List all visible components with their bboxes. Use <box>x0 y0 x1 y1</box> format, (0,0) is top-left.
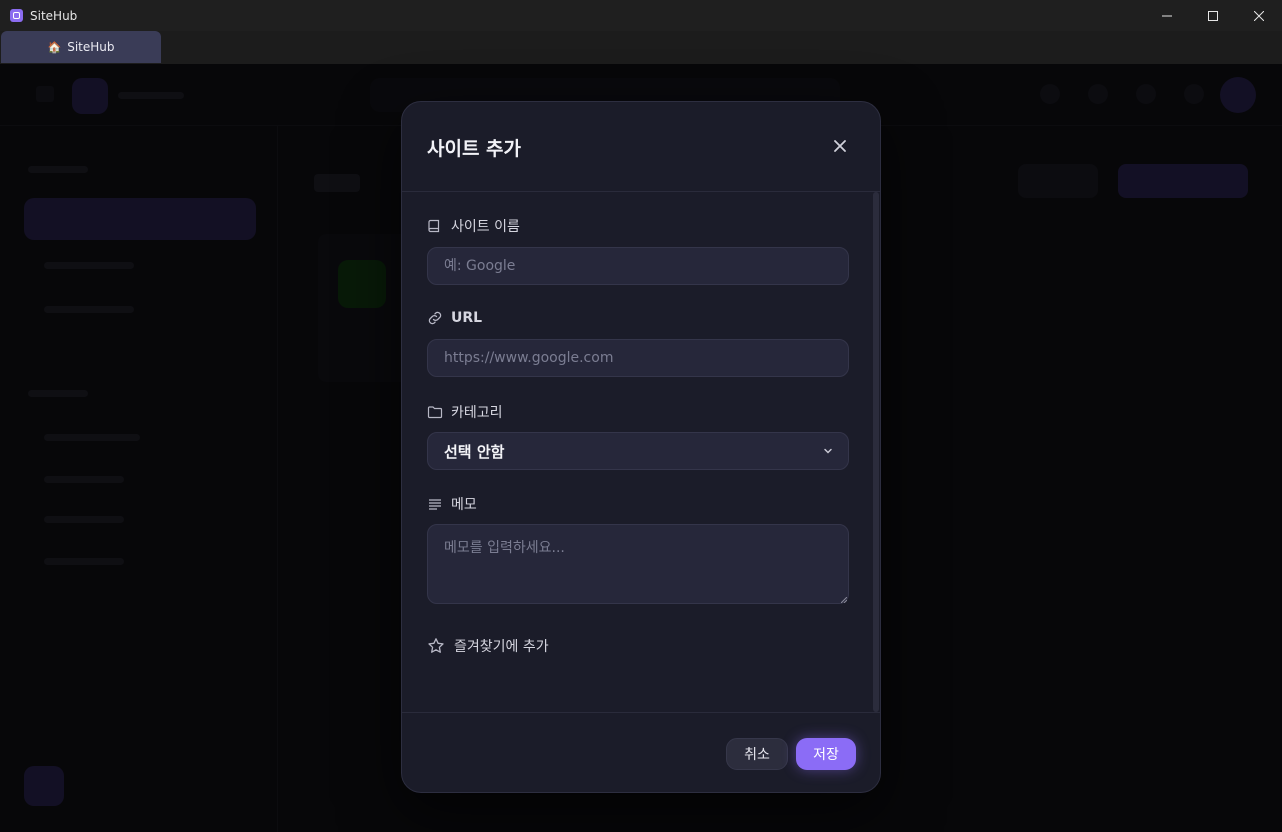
minimize-button[interactable] <box>1144 0 1190 31</box>
dialog-header: 사이트 추가 <box>402 102 880 192</box>
close-icon <box>834 140 846 152</box>
star-icon <box>428 638 444 653</box>
chevron-down-icon <box>824 448 832 454</box>
url-label-text: URL <box>451 310 483 326</box>
tab-label: SiteHub <box>67 40 115 54</box>
url-label: URL <box>427 310 482 326</box>
category-selected-value: 선택 안함 <box>444 442 505 461</box>
dialog-title: 사이트 추가 <box>427 138 522 160</box>
house-icon: 🏠 <box>47 40 62 54</box>
cancel-button[interactable]: 취소 <box>726 738 788 770</box>
favorite-toggle[interactable]: 즐겨찾기에 추가 <box>427 636 549 656</box>
window-close-button[interactable] <box>1236 0 1282 31</box>
maximize-button[interactable] <box>1190 0 1236 31</box>
category-select[interactable]: 선택 안함 <box>427 432 849 470</box>
link-icon <box>428 311 442 325</box>
window-controls <box>1144 0 1282 31</box>
close-button[interactable] <box>830 136 850 156</box>
site-name-label: 사이트 이름 <box>427 216 520 236</box>
site-name-input[interactable] <box>427 247 849 285</box>
site-name-label-text: 사이트 이름 <box>451 219 520 235</box>
url-input[interactable] <box>427 339 849 377</box>
add-site-dialog: 사이트 추가 사이트 이름 URL 카테고리 선택 안함 메모 즐겨찾기에 추가 <box>401 101 881 793</box>
minimize-icon <box>1162 15 1172 16</box>
tab-sitehub[interactable]: 🏠 SiteHub <box>1 31 161 63</box>
dialog-footer: 취소 저장 <box>402 712 880 792</box>
window-title: SiteHub <box>30 8 78 23</box>
window-titlebar: SiteHub <box>0 0 1282 31</box>
category-label: 카테고리 <box>427 402 503 422</box>
favorite-label: 즐겨찾기에 추가 <box>454 639 549 655</box>
dialog-scrollbar[interactable] <box>873 192 879 712</box>
category-label-text: 카테고리 <box>451 405 503 421</box>
maximize-icon <box>1208 10 1218 21</box>
book-icon <box>428 219 440 233</box>
memo-lines-icon <box>429 499 441 510</box>
window-close-icon <box>1254 10 1264 21</box>
save-button[interactable]: 저장 <box>796 738 856 770</box>
folder-icon <box>427 406 443 419</box>
resize-grip-icon[interactable] <box>841 597 847 603</box>
memo-label-text: 메모 <box>451 497 477 513</box>
sitehub-app-icon <box>10 9 23 22</box>
scroll-thumb[interactable] <box>873 192 879 712</box>
memo-label: 메모 <box>427 494 477 514</box>
memo-textarea[interactable] <box>427 524 849 604</box>
tab-bar: 🏠 SiteHub <box>0 31 1282 64</box>
